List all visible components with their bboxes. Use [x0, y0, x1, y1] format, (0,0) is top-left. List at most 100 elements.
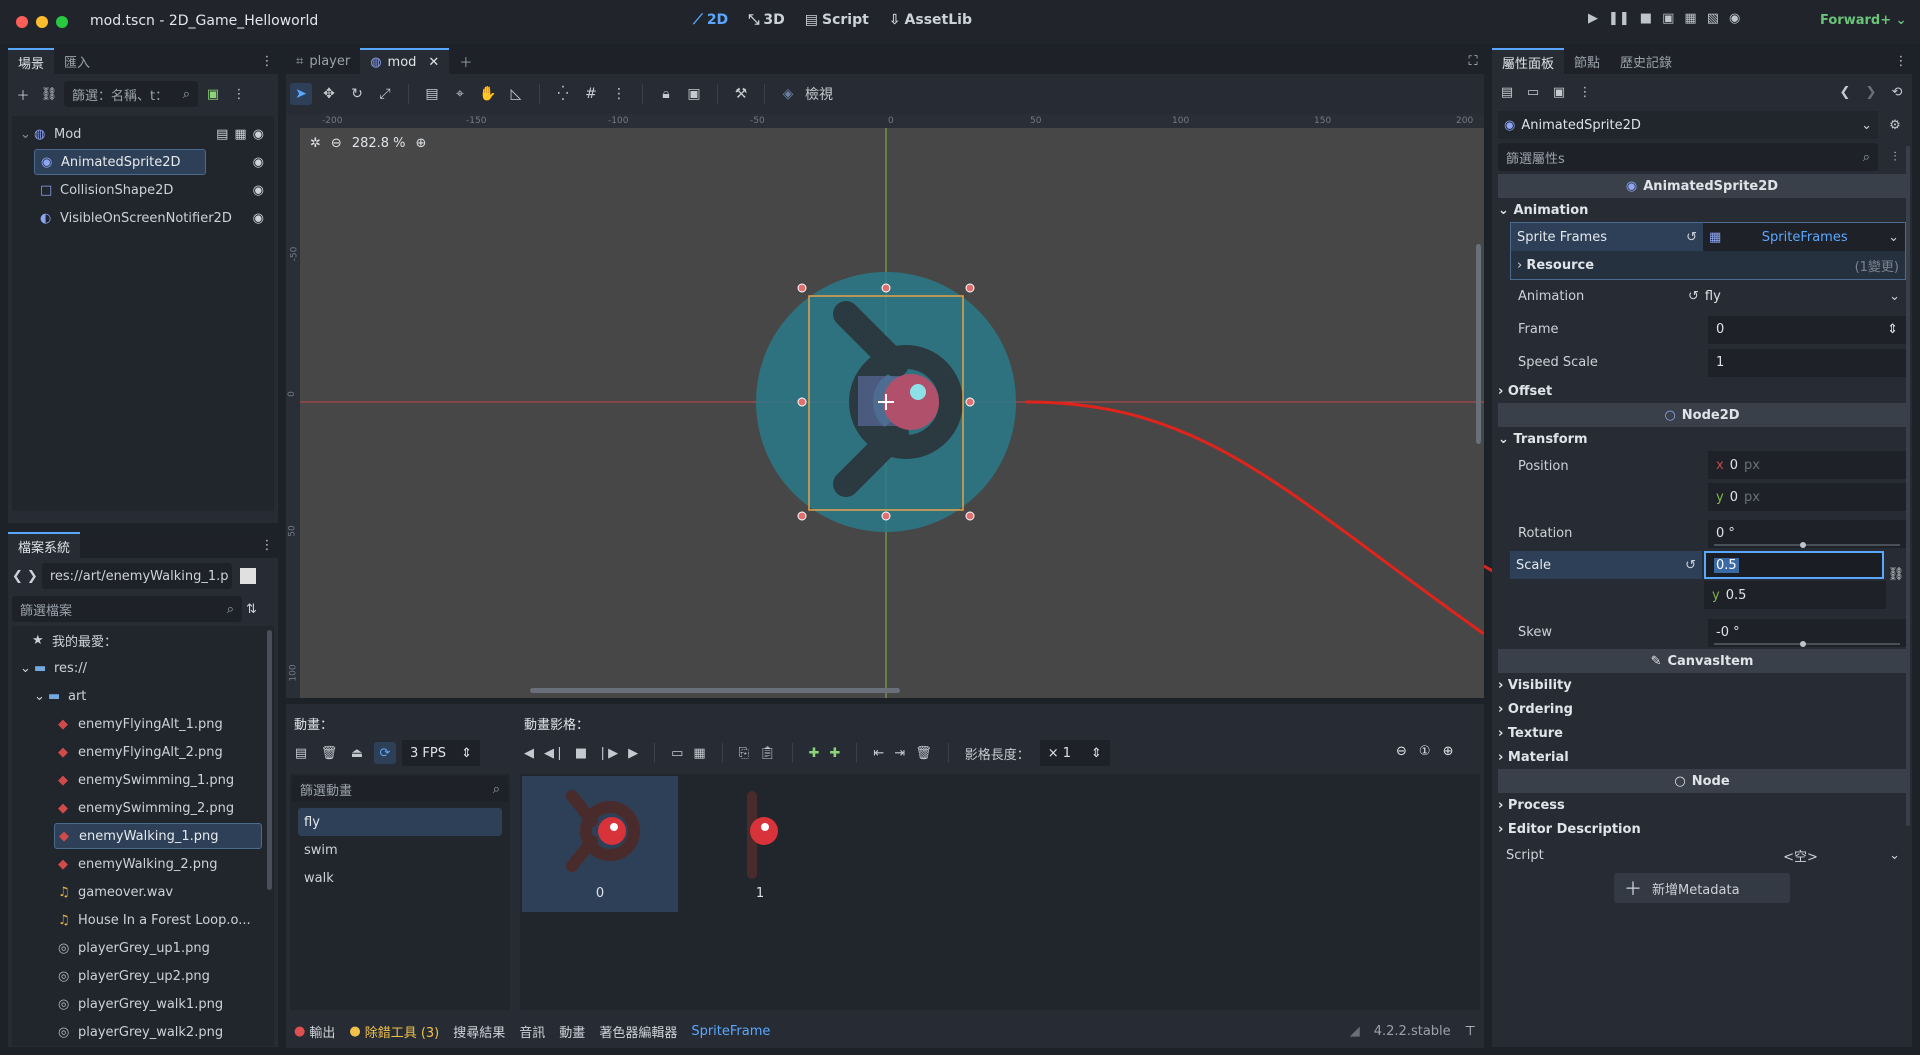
file-scrollbar[interactable] [267, 630, 272, 890]
file-item[interactable]: ♫ House In a Forest Loop.o... [12, 906, 274, 934]
tree-node-mod[interactable]: ⌄ ◍ Mod ▤ ▦ ◉ [12, 120, 274, 148]
scale-tool-icon[interactable]: ⤢ [374, 83, 396, 105]
tab-animation[interactable]: 動畫 [559, 1022, 585, 1041]
tab-shader-editor[interactable]: 著色器編輯器 [599, 1022, 677, 1041]
file-item[interactable]: ◆ enemySwimming_1.png [12, 766, 274, 794]
open-docs-icon[interactable]: ⚙ [1884, 114, 1906, 136]
section-material[interactable]: › Material [1498, 745, 1906, 769]
play-back-from-end-icon[interactable]: ◀ [524, 746, 534, 761]
animation-item-walk[interactable]: walk [298, 864, 502, 892]
dock-menu-icon[interactable]: ⋮ [256, 50, 278, 72]
play-custom-scene-icon[interactable]: ▧ [1707, 11, 1719, 26]
view-menu[interactable]: 檢視 [805, 84, 833, 104]
distraction-free-icon[interactable]: ⛶ [1462, 50, 1484, 72]
play-icon[interactable]: ❘▶ [597, 746, 618, 761]
scale-x-field[interactable]: 0.5 [1704, 551, 1884, 579]
folder-art[interactable]: ⌄ ▬ art [12, 682, 274, 710]
slider-grabber[interactable] [1800, 541, 1806, 548]
file-item-selected[interactable]: ◆ enemyWalking_1.png [54, 823, 262, 849]
mode-2d-button[interactable]: ⟋ 2D [693, 12, 728, 28]
file-item[interactable]: ◆ enemyFlyingAlt_2.png [12, 738, 274, 766]
animation-item-swim[interactable]: swim [298, 836, 502, 864]
insert-after-icon[interactable]: ✚ [830, 746, 841, 761]
mode-assetlib-button[interactable]: ⇩ AssetLib [889, 12, 972, 28]
pan-tool-icon[interactable]: ✋ [477, 83, 499, 105]
viewport-h-scrollbar[interactable] [530, 688, 900, 693]
file-item[interactable]: ◎ playerGrey_walk2.png [12, 1018, 274, 1046]
visibility-eye-icon[interactable]: ◉ [253, 211, 264, 226]
spritesheet-icon[interactable]: ▦ [693, 746, 705, 761]
resource-subsection[interactable]: › Resource (1變更) [1511, 251, 1905, 279]
new-animation-icon[interactable]: ▤ [290, 742, 312, 764]
revert-icon[interactable]: ↺ [1688, 289, 1699, 304]
smart-snap-icon[interactable]: ⁛ [552, 83, 574, 105]
zoom-in-icon[interactable]: ⊕ [1443, 744, 1454, 759]
instance-icon[interactable]: ▤ [216, 127, 228, 142]
tab-import[interactable]: 匯入 [54, 48, 100, 74]
delete-frame-icon[interactable]: 🗑︎ [915, 746, 932, 761]
tab-output[interactable]: ● 輸出 [294, 1022, 335, 1041]
move-right-icon[interactable]: ⇥ [894, 746, 905, 761]
section-animation[interactable]: ⌄ Animation [1498, 198, 1906, 222]
tab-player[interactable]: ⌗ player [286, 48, 360, 74]
file-item[interactable]: ◎ playerGrey_walk1.png [12, 990, 274, 1018]
new-resource-icon[interactable]: ▤ [1496, 81, 1518, 103]
mode-3d-button[interactable]: ⤡ 3D [748, 12, 785, 28]
section-ordering[interactable]: › Ordering [1498, 697, 1906, 721]
movie-maker-icon[interactable]: ◉ [1729, 11, 1740, 26]
visibility-eye-icon[interactable]: ◉ [253, 127, 264, 142]
revert-icon[interactable]: ↺ [1686, 230, 1697, 245]
ruler-tool-icon[interactable]: ◺ [505, 83, 527, 105]
move-tool-icon[interactable]: ✥ [318, 83, 340, 105]
open-resource-icon[interactable]: ▭ [1522, 81, 1544, 103]
property-options-icon[interactable]: ⫶ [1884, 146, 1906, 168]
file-item[interactable]: ◎ playerGrey_up2.png [12, 962, 274, 990]
resource-menu-icon[interactable]: ⋮ [1574, 81, 1596, 103]
play-back-icon[interactable]: ◀❘ [544, 746, 565, 761]
play-from-start-icon[interactable]: ▶ [628, 746, 638, 761]
selectable-list-icon[interactable]: ▤ [421, 83, 443, 105]
tab-history[interactable]: 歷史記錄 [1610, 48, 1682, 74]
history-forward-icon[interactable]: ❯ [1860, 81, 1882, 103]
viewport-v-scrollbar[interactable] [1476, 244, 1481, 444]
sprite-frames-picker[interactable]: ▦ SpriteFrames ⌄ [1703, 223, 1905, 251]
tab-audio[interactable]: 音訊 [519, 1022, 545, 1041]
tab-inspector[interactable]: 屬性面板 [1492, 48, 1565, 74]
viewport-2d[interactable]: -200 -150 -100 -50 0 50 100 150 200 -50 … [286, 114, 1484, 698]
slider-grabber[interactable] [1800, 640, 1806, 647]
sort-icon[interactable]: ⇅ [246, 602, 257, 617]
zoom-out-icon[interactable]: ⊖ [1396, 744, 1407, 759]
grid-snap-icon[interactable]: # [580, 83, 602, 105]
tab-filesystem[interactable]: 檔案系統 [8, 532, 81, 558]
file-filter-input[interactable]: 篩選檔案 ⌕ [12, 596, 242, 622]
scene-filter-input[interactable]: 篩選：名稱、t： ⌕ [64, 81, 198, 107]
lock-icon[interactable]: 🔒︎ [655, 83, 677, 105]
close-window-button[interactable] [16, 16, 28, 28]
load-sheet-icon[interactable]: ▭ [671, 746, 683, 761]
loop-icon[interactable]: ⟳ [374, 742, 396, 764]
play-scene-icon[interactable]: ▦ [1684, 11, 1696, 26]
mode-script-button[interactable]: ▤ Script [805, 12, 869, 28]
tab-scene[interactable]: 場景 [8, 48, 55, 74]
camera-override-icon[interactable]: ◈ [777, 83, 799, 105]
paste-icon[interactable]: 📋︎ [759, 746, 776, 761]
zoom-window-button[interactable] [56, 16, 68, 28]
visibility-eye-icon[interactable]: ◉ [253, 183, 264, 198]
add-metadata-button[interactable]: ＋新增Metadata [1614, 873, 1790, 903]
rotation-slider[interactable]: 0 ° [1708, 519, 1906, 548]
animation-filter-input[interactable]: 篩選動畫 ⌕ [292, 776, 508, 802]
visibility-eye-icon[interactable]: ◉ [253, 155, 264, 170]
remote-debug-icon[interactable]: ▣ [1662, 11, 1674, 26]
stop-icon[interactable]: ■ [575, 746, 587, 761]
favorites-item[interactable]: ★ 我的最愛： [12, 626, 274, 654]
tree-node-collisionshape2d[interactable]: □ CollisionShape2D ◉ [12, 176, 274, 204]
delete-animation-icon[interactable]: 🗑︎ [318, 742, 340, 764]
section-offset[interactable]: › Offset [1498, 379, 1906, 403]
back-icon[interactable]: ❮ [12, 569, 23, 584]
animation-item-fly[interactable]: fly [298, 808, 502, 836]
panel-toggle-icon[interactable]: ⊤ [1465, 1024, 1476, 1039]
group-icon[interactable]: ▦ [234, 127, 246, 142]
split-view-icon[interactable] [239, 568, 256, 584]
attach-script-icon[interactable]: ▣ [202, 83, 224, 105]
fps-spinbox[interactable]: 3 FPS ⇕ [402, 740, 480, 766]
